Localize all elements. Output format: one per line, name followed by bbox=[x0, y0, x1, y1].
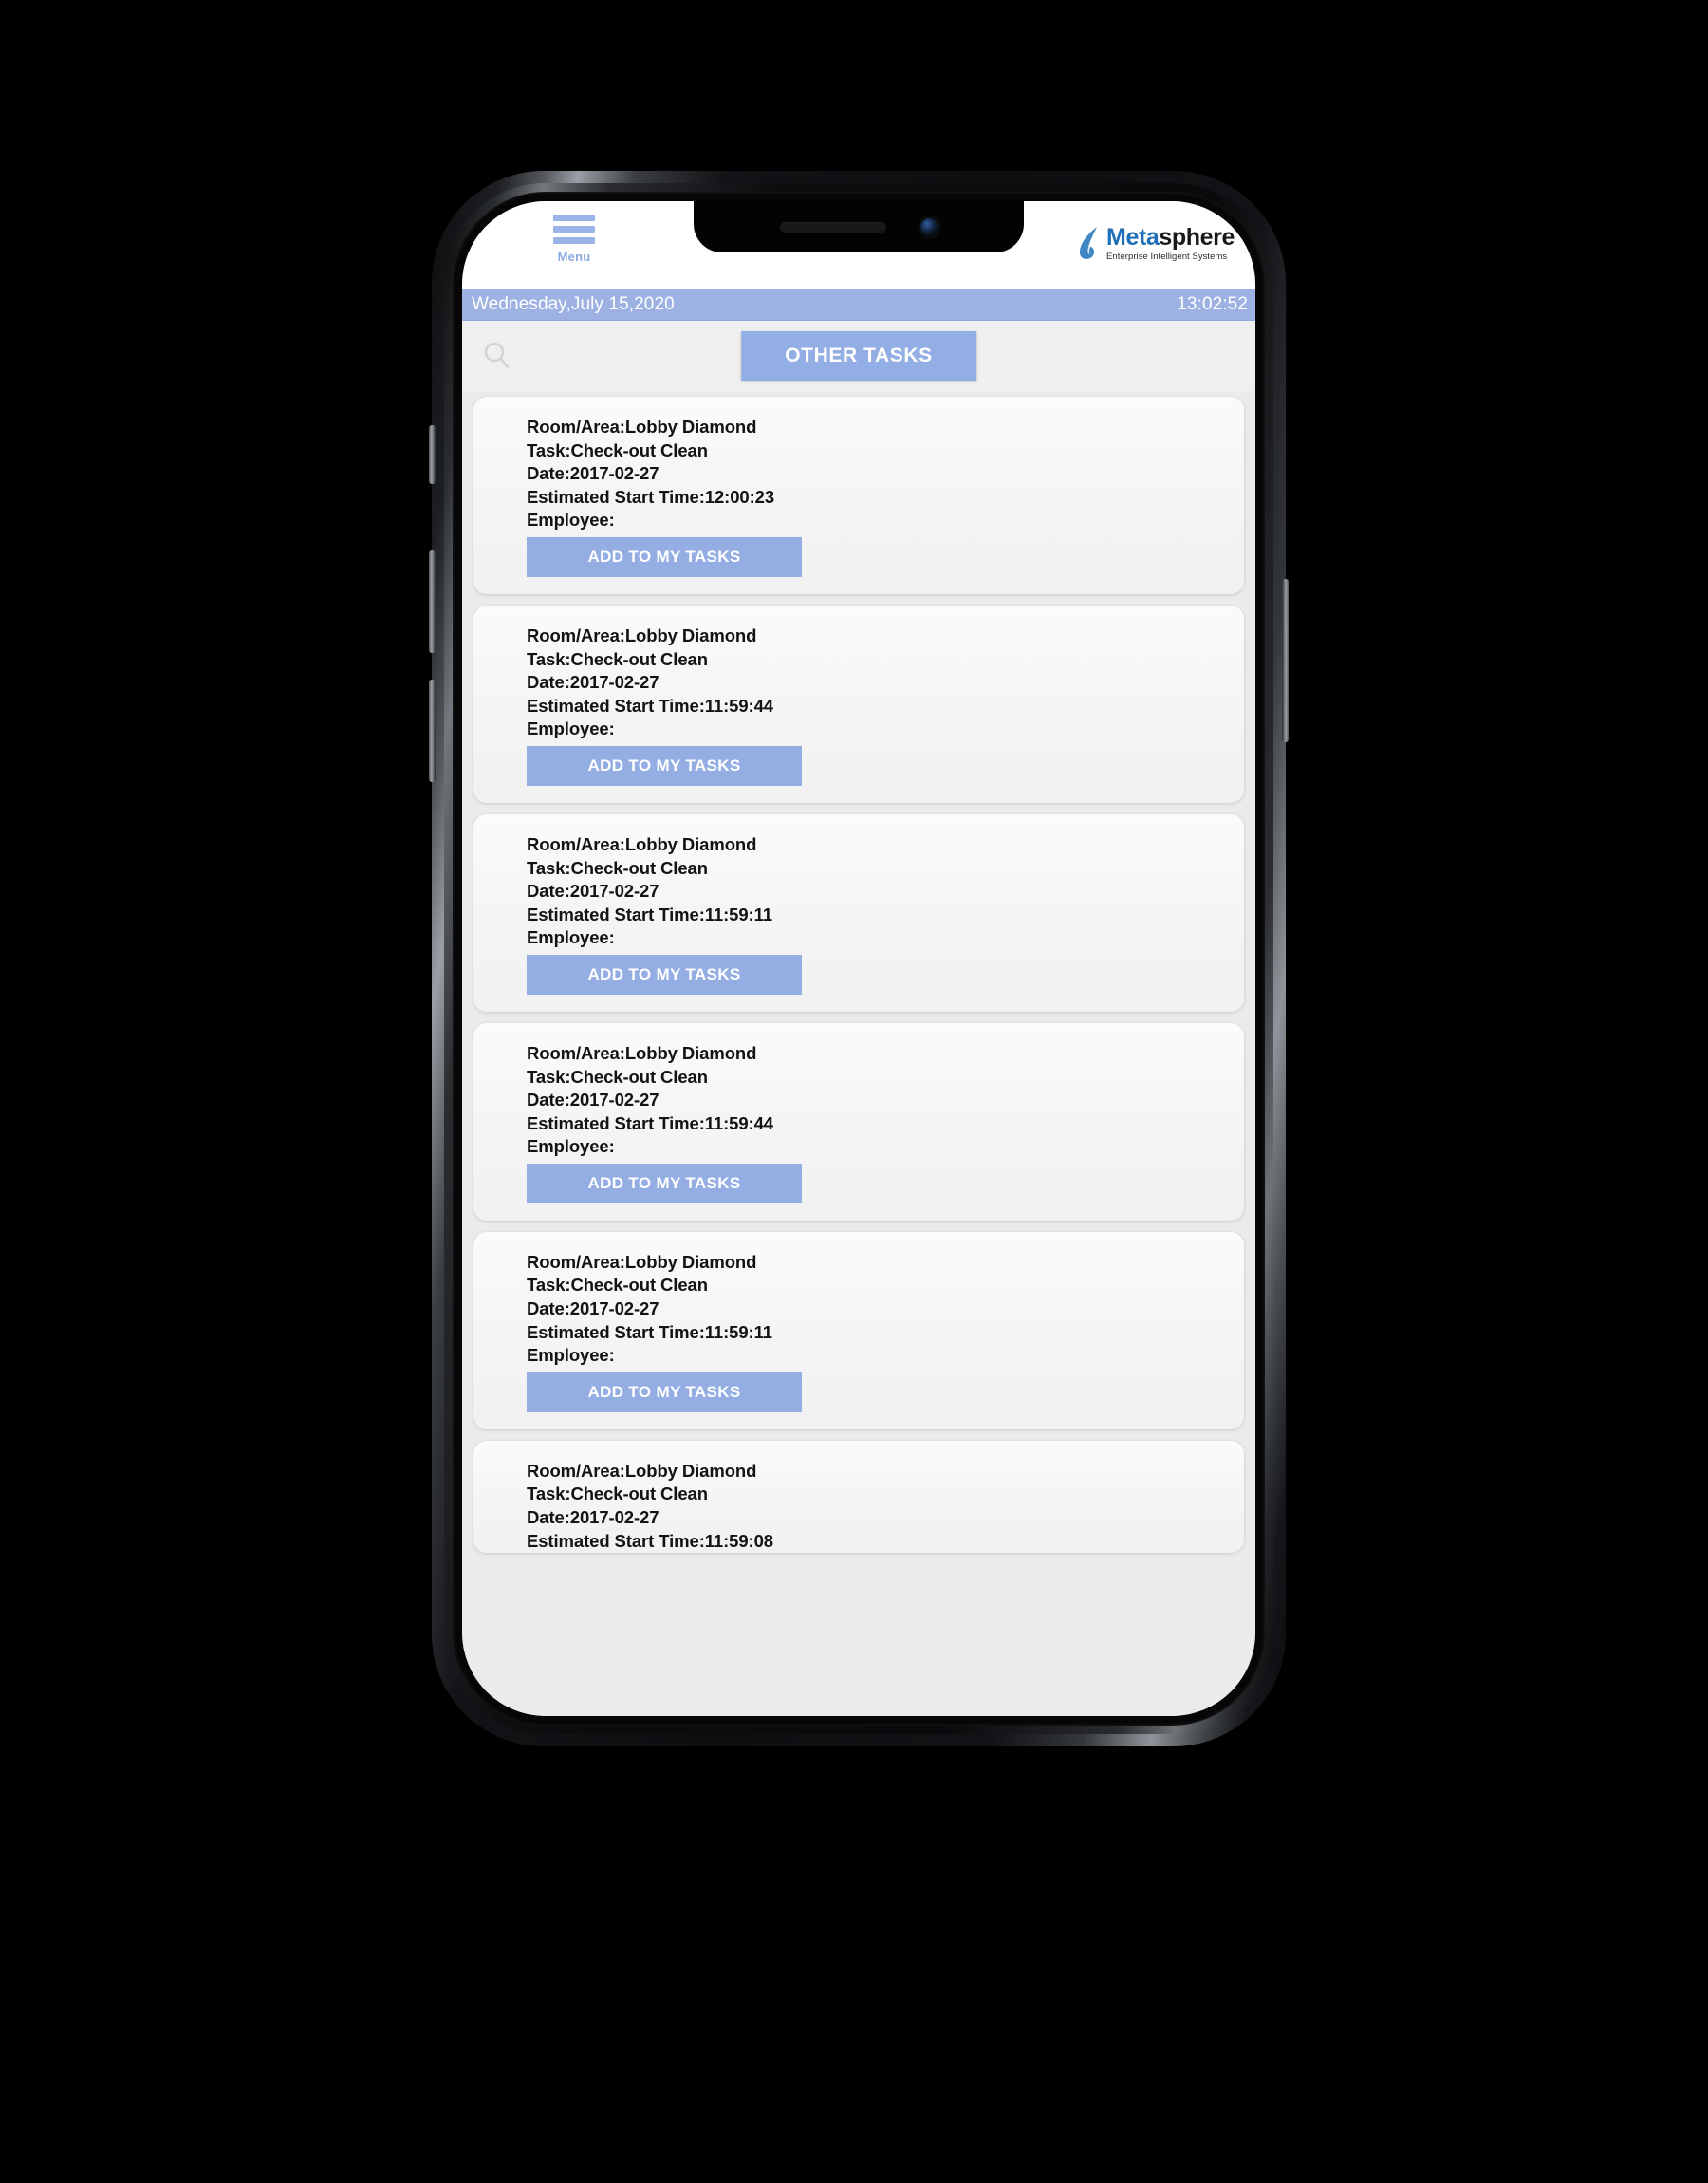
task-room-area: Room/Area:Lobby Diamond bbox=[527, 625, 757, 645]
task-date: Date:2017-02-27 bbox=[527, 1298, 659, 1319]
phone-device-frame: Menu Metasphere Enterprise Intelligent S… bbox=[429, 171, 1289, 1746]
task-date: Date:2017-02-27 bbox=[527, 463, 659, 484]
brand-tagline: Enterprise Intelligent Systems bbox=[1106, 252, 1228, 262]
task-date: Date:2017-02-27 bbox=[527, 881, 659, 902]
task-card-body: Room/Area:Lobby Diamond Task:Check-out Cl… bbox=[473, 833, 1244, 995]
task-start-time: Estimated Start Time:11:59:11 bbox=[527, 1321, 772, 1342]
task-card-body: Room/Area:Lobby Diamond Task:Check-out Cl… bbox=[473, 1460, 1244, 1553]
task-date: Date:2017-02-27 bbox=[527, 1090, 659, 1110]
task-employee: Employee: bbox=[527, 1136, 615, 1157]
task-employee: Employee: bbox=[527, 927, 615, 948]
task-name: Task:Check-out Clean bbox=[527, 1483, 708, 1504]
task-card[interactable]: Room/Area:Lobby Diamond Task:Check-out Cl… bbox=[473, 1440, 1244, 1554]
search-icon[interactable] bbox=[481, 340, 513, 372]
power-button[interactable] bbox=[1282, 579, 1289, 742]
task-name: Task:Check-out Clean bbox=[527, 648, 708, 669]
task-card-body: Room/Area:Lobby Diamond Task:Check-out Cl… bbox=[473, 416, 1244, 577]
task-card-body: Room/Area:Lobby Diamond Task:Check-out Cl… bbox=[473, 1042, 1244, 1203]
brand-text-block: Metasphere Enterprise Intelligent System… bbox=[1106, 226, 1235, 262]
phone-screen: Menu Metasphere Enterprise Intelligent S… bbox=[462, 201, 1255, 1716]
add-to-my-tasks-button[interactable]: ADD TO MY TASKS bbox=[527, 745, 802, 786]
volume-up-button[interactable] bbox=[429, 550, 436, 653]
task-room-area: Room/Area:Lobby Diamond bbox=[527, 1460, 757, 1481]
other-tasks-button[interactable]: OTHER TASKS bbox=[741, 331, 976, 381]
task-card-body: Room/Area:Lobby Diamond Task:Check-out Cl… bbox=[473, 1251, 1244, 1412]
task-date: Date:2017-02-27 bbox=[527, 672, 659, 693]
leaf-swoosh-icon bbox=[1079, 227, 1099, 260]
current-time-label: 13:02:52 bbox=[1177, 293, 1248, 314]
task-start-time: Estimated Start Time:11:59:44 bbox=[527, 1112, 773, 1133]
task-start-time: Estimated Start Time:11:59:11 bbox=[527, 904, 772, 924]
task-employee: Employee: bbox=[527, 718, 615, 739]
task-name: Task:Check-out Clean bbox=[527, 1275, 708, 1296]
hamburger-icon bbox=[553, 215, 595, 249]
menu-button[interactable]: Menu bbox=[553, 215, 595, 264]
task-room-area: Room/Area:Lobby Diamond bbox=[527, 417, 757, 437]
task-name: Task:Check-out Clean bbox=[527, 857, 708, 878]
add-to-my-tasks-button[interactable]: ADD TO MY TASKS bbox=[527, 1371, 802, 1412]
add-to-my-tasks-button[interactable]: ADD TO MY TASKS bbox=[527, 954, 802, 995]
device-notch bbox=[694, 201, 1024, 252]
brand-logo: Metasphere Enterprise Intelligent System… bbox=[1078, 226, 1235, 262]
task-start-time: Estimated Start Time:11:59:44 bbox=[527, 695, 773, 716]
earpiece-speaker-icon bbox=[779, 221, 886, 233]
task-employee: Employee: bbox=[527, 1345, 615, 1366]
status-date-bar: Wednesday,July 15,2020 13:02:52 bbox=[462, 289, 1255, 321]
brand-name: Metasphere bbox=[1106, 226, 1235, 250]
silent-switch-button[interactable] bbox=[429, 425, 436, 484]
task-card[interactable]: Room/Area:Lobby Diamond Task:Check-out Cl… bbox=[473, 397, 1244, 594]
screenshot-stage: Menu Metasphere Enterprise Intelligent S… bbox=[0, 0, 1708, 2183]
task-start-time: Estimated Start Time:11:59:08 bbox=[527, 1530, 773, 1551]
task-room-area: Room/Area:Lobby Diamond bbox=[527, 1251, 757, 1272]
task-room-area: Room/Area:Lobby Diamond bbox=[527, 1042, 757, 1063]
task-start-time: Estimated Start Time:12:00:23 bbox=[527, 486, 775, 507]
task-card-body: Room/Area:Lobby Diamond Task:Check-out Cl… bbox=[473, 625, 1244, 786]
add-to-my-tasks-button[interactable]: ADD TO MY TASKS bbox=[527, 536, 802, 577]
volume-down-button[interactable] bbox=[429, 680, 436, 782]
list-toolbar: OTHER TASKS bbox=[462, 321, 1255, 391]
task-name: Task:Check-out Clean bbox=[527, 439, 708, 460]
front-camera-icon bbox=[919, 217, 938, 236]
task-date: Date:2017-02-27 bbox=[527, 1507, 659, 1528]
task-list[interactable]: Room/Area:Lobby Diamond Task:Check-out Cl… bbox=[462, 391, 1255, 1716]
current-date-label: Wednesday,July 15,2020 bbox=[472, 293, 675, 314]
task-card[interactable]: Room/Area:Lobby Diamond Task:Check-out Cl… bbox=[473, 605, 1244, 803]
brand-name-part2: sphere bbox=[1159, 224, 1235, 251]
task-card[interactable]: Room/Area:Lobby Diamond Task:Check-out Cl… bbox=[473, 813, 1244, 1012]
task-employee: Employee: bbox=[527, 510, 615, 531]
task-card[interactable]: Room/Area:Lobby Diamond Task:Check-out Cl… bbox=[473, 1231, 1244, 1429]
task-room-area: Room/Area:Lobby Diamond bbox=[527, 833, 757, 854]
add-to-my-tasks-button[interactable]: ADD TO MY TASKS bbox=[527, 1163, 802, 1203]
brand-name-part1: Meta bbox=[1106, 224, 1160, 251]
menu-button-label: Menu bbox=[557, 250, 591, 264]
task-card[interactable]: Room/Area:Lobby Diamond Task:Check-out Cl… bbox=[473, 1022, 1244, 1221]
task-name: Task:Check-out Clean bbox=[527, 1066, 708, 1087]
